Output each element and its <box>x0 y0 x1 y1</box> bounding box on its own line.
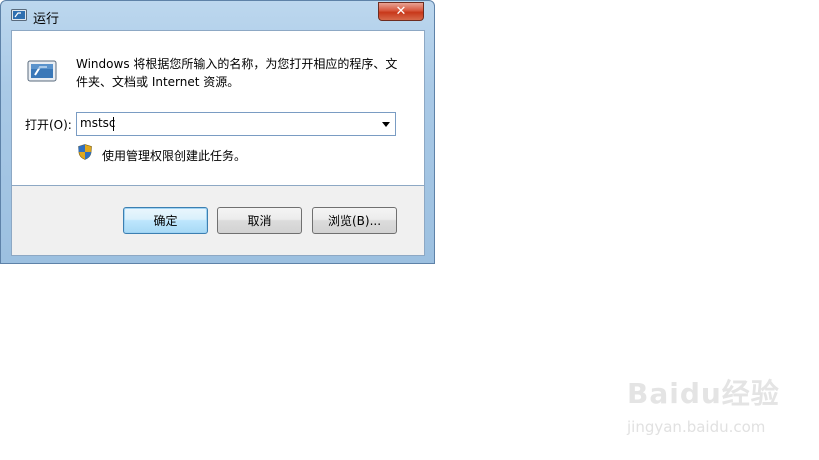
open-input[interactable]: mstsc <box>80 116 116 130</box>
run-program-icon <box>27 60 57 82</box>
run-dialog: 运行 ✕ Windows 将根据您所输入的名称，为您打开相应的程序、文件夹、文档… <box>0 0 435 264</box>
close-button[interactable]: ✕ <box>378 2 424 21</box>
window-title: 运行 <box>33 12 60 27</box>
title-bar[interactable]: 运行 ✕ <box>1 1 434 31</box>
open-label: 打开(O): <box>25 118 72 132</box>
browse-button[interactable]: 浏览(B)... <box>312 207 397 234</box>
dialog-description: Windows 将根据您所输入的名称，为您打开相应的程序、文件夹、文档或 Int… <box>76 57 398 89</box>
watermark-url: jingyan.baidu.com <box>627 418 766 436</box>
run-icon <box>11 9 27 21</box>
dropdown-arrow-icon[interactable] <box>377 113 395 135</box>
close-icon: ✕ <box>395 4 407 19</box>
button-bar: 确定 取消 浏览(B)... <box>11 186 425 256</box>
watermark-logo: Baidu经验 <box>627 377 780 410</box>
cancel-button[interactable]: 取消 <box>217 207 302 234</box>
open-combobox[interactable]: mstsc <box>76 112 396 136</box>
text-caret <box>113 117 114 131</box>
uac-shield-icon <box>78 144 92 160</box>
baidu-watermark: Baidu经验 jingyan.baidu.com <box>627 372 787 442</box>
ok-button[interactable]: 确定 <box>123 207 208 234</box>
dialog-body: Windows 将根据您所输入的名称，为您打开相应的程序、文件夹、文档或 Int… <box>11 30 425 186</box>
admin-note: 使用管理权限创建此任务。 <box>102 149 247 163</box>
